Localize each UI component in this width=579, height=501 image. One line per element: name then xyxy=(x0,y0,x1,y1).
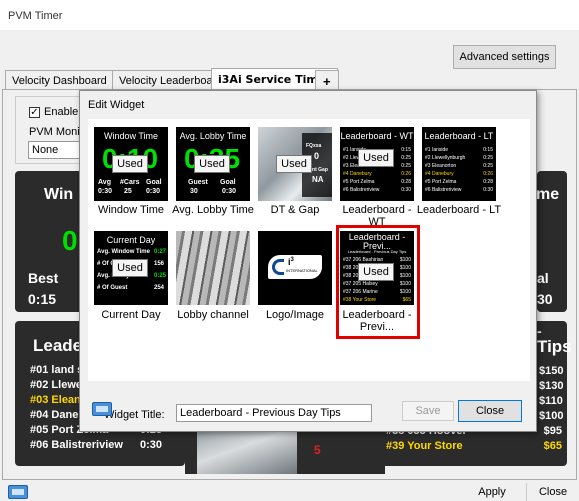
widget-label: Leaderboard - Previ... xyxy=(342,309,412,333)
camera-image xyxy=(197,432,297,474)
used-badge: Used xyxy=(112,259,148,277)
widget-window-time[interactable]: Window Time 0:10 Avg #Cars Goal 0:30 25 … xyxy=(94,127,168,201)
dialog-close-button[interactable]: Close xyxy=(458,400,522,422)
me-partial-text: me xyxy=(536,186,560,203)
widget-label: Lobby channel xyxy=(177,309,249,321)
camera-panel: 5 xyxy=(185,432,385,474)
widget-label: Leaderboard - LT xyxy=(416,204,502,216)
edit-widget-dialog: Edit Widget Window Time 0:10 Avg #Cars G… xyxy=(79,90,537,432)
best-value: 0:15 xyxy=(28,291,57,307)
best-label: Best xyxy=(28,270,59,286)
big-zero-partial: 0 xyxy=(62,225,78,256)
dialog-title: Edit Widget xyxy=(88,99,145,111)
widget-leaderboard-previous[interactable]: Leaderboard - Previ... Leaderboard - Pre… xyxy=(340,231,414,305)
close-button[interactable]: Close xyxy=(526,483,579,501)
window-title: PVM Timer xyxy=(8,10,63,22)
al-partial-text: al xyxy=(537,270,549,286)
win-partial-text: Win xyxy=(44,186,74,203)
monitor-select[interactable]: None xyxy=(28,141,82,159)
widget-logo-image[interactable]: i3 INTERNATIONAL xyxy=(258,231,332,305)
title-bar: PVM Timer xyxy=(0,0,579,30)
used-badge: Used xyxy=(112,155,148,173)
widget-leaderboard-lt[interactable]: Leaderboard - LT #1 Ianside 0:15 #2 Llewe… xyxy=(422,127,496,201)
used-badge: Used xyxy=(358,149,394,167)
leader-row: #06 Balistreriview 0:30 xyxy=(30,439,163,451)
leader-partial-text: Leade xyxy=(33,336,83,355)
red-count: 5 xyxy=(314,443,321,457)
al-value: 30 xyxy=(537,291,553,307)
tips-row: #39 Your Store $65 xyxy=(386,440,562,452)
widget-label: Logo/Image xyxy=(265,309,325,321)
widget-avg-lobby-time[interactable]: Avg. Lobby Time 0:35 Guest Goal 30 0:30 … xyxy=(176,127,250,201)
widget-label: Avg. Lobby Time xyxy=(172,204,254,216)
used-badge: Used xyxy=(194,155,230,173)
logo-icon: i3 INTERNATIONAL xyxy=(268,255,322,279)
enable-checkbox[interactable]: ✓ xyxy=(29,107,40,118)
tab-strip: Velocity Dashboard Velocity Leaderboard … xyxy=(0,68,579,90)
tab-add[interactable]: + xyxy=(315,70,339,90)
widget-gallery: Window Time 0:10 Avg #Cars Goal 0:30 25 … xyxy=(88,119,530,381)
apply-button[interactable]: Apply xyxy=(463,483,521,501)
widget-current-day[interactable]: Current Day Avg. Window Time 0:27 # Of C… xyxy=(94,231,168,305)
widget-label: Current Day xyxy=(101,309,161,321)
widget-title-input[interactable]: Leaderboard - Previous Day Tips xyxy=(176,404,372,422)
used-badge: Used xyxy=(276,155,312,173)
tab-velocity-dashboard[interactable]: Velocity Dashboard xyxy=(5,70,114,90)
widget-label: Window Time xyxy=(97,204,165,216)
used-badge: Used xyxy=(358,263,394,281)
keyboard-icon[interactable] xyxy=(8,485,28,499)
tips-partial-text: Tips xyxy=(537,337,572,356)
widget-lobby-channel[interactable] xyxy=(176,231,250,305)
widget-dt-gap[interactable]: FQxxa 0 Front Gap NA Used xyxy=(258,127,332,201)
advanced-settings-button[interactable]: Advanced settings xyxy=(453,45,556,69)
keyboard-icon[interactable] xyxy=(92,402,112,416)
tips-amounts: $150 $130 $110 $100 xyxy=(539,365,564,422)
widget-label: DT & Gap xyxy=(270,204,320,216)
widget-leaderboard-wt[interactable]: Leaderboard - WT #1 Ianside0:15 #2 Llewe… xyxy=(340,127,414,201)
save-button[interactable]: Save xyxy=(402,401,454,421)
enable-label: Enable xyxy=(44,106,79,118)
widget-title-label: Widget Title: xyxy=(104,409,165,421)
